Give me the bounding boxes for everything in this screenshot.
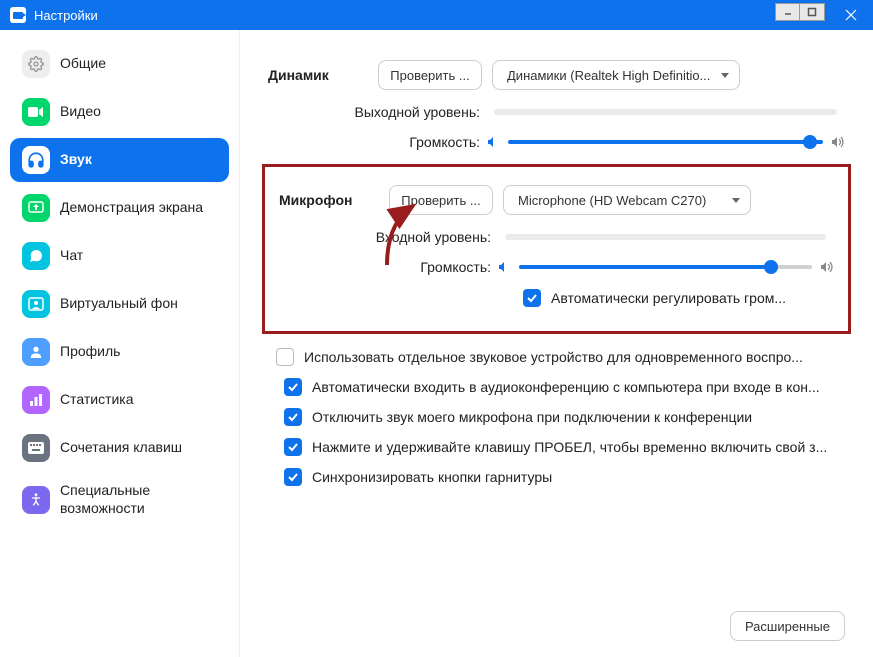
sidebar-item-general[interactable]: Общие [10, 42, 229, 86]
close-button[interactable] [829, 0, 873, 30]
window-controls [775, 0, 873, 30]
app-icon [10, 7, 26, 23]
sidebar-item-label: Демонстрация экрана [60, 199, 203, 217]
mute-on-join-checkbox[interactable] [284, 408, 302, 426]
speaker-volume-slider[interactable] [508, 140, 823, 144]
screen-share-icon [22, 194, 50, 222]
volume-low-icon [486, 136, 500, 148]
keyboard-icon [22, 434, 50, 462]
sidebar-item-chat[interactable]: Чат [10, 234, 229, 278]
sidebar-item-shortcuts[interactable]: Сочетания клавиш [10, 426, 229, 470]
input-level-label: Входной уровень: [279, 229, 497, 245]
test-mic-button[interactable]: Проверить ... [389, 185, 493, 215]
sidebar-item-label: Видео [60, 103, 101, 121]
content-panel: Динамик Проверить ... Динамики (Realtek … [240, 30, 873, 657]
sidebar-item-accessibility[interactable]: Специальные возможности [10, 474, 229, 525]
output-level-meter [494, 109, 837, 115]
output-level-label: Выходной уровень: [268, 104, 486, 120]
speaker-title: Динамик [268, 67, 378, 83]
auto-adjust-label: Автоматически регулировать гром... [551, 290, 786, 306]
sidebar-item-label: Сочетания клавиш [60, 439, 182, 457]
sidebar-item-profile[interactable]: Профиль [10, 330, 229, 374]
auto-join-checkbox[interactable] [284, 378, 302, 396]
video-icon [22, 98, 50, 126]
sidebar-item-label: Звук [60, 151, 92, 169]
mic-device-select[interactable]: Microphone (HD Webcam C270) [503, 185, 751, 215]
auto-join-label: Автоматически входить в аудиоконференцию… [312, 379, 820, 395]
input-level-meter [505, 234, 826, 240]
sidebar-item-statistics[interactable]: Статистика [10, 378, 229, 422]
sidebar-item-audio[interactable]: Звук [10, 138, 229, 182]
mic-device-value: Microphone (HD Webcam C270) [518, 193, 706, 208]
titlebar: Настройки [0, 0, 873, 30]
mic-volume-slider[interactable] [519, 265, 812, 269]
mic-volume-label: Громкость: [279, 259, 497, 275]
volume-high-icon [831, 136, 845, 148]
separate-device-checkbox[interactable] [276, 348, 294, 366]
chat-icon [22, 242, 50, 270]
sync-headset-checkbox[interactable] [284, 468, 302, 486]
sidebar-item-video[interactable]: Видео [10, 90, 229, 134]
gear-icon [22, 50, 50, 78]
sidebar-item-share-screen[interactable]: Демонстрация экрана [10, 186, 229, 230]
headphones-icon [22, 146, 50, 174]
auto-adjust-checkbox[interactable] [523, 289, 541, 307]
sync-headset-label: Синхронизировать кнопки гарнитуры [312, 469, 552, 485]
accessibility-icon [22, 486, 50, 514]
mute-on-join-label: Отключить звук моего микрофона при подкл… [312, 409, 752, 425]
sidebar-item-label: Специальные возможности [60, 482, 217, 517]
test-speaker-button[interactable]: Проверить ... [378, 60, 482, 90]
sidebar-item-virtual-bg[interactable]: Виртуальный фон [10, 282, 229, 326]
sidebar-item-label: Чат [60, 247, 83, 265]
profile-icon [22, 338, 50, 366]
mic-title: Микрофон [279, 192, 389, 208]
advanced-button[interactable]: Расширенные [730, 611, 845, 641]
push-to-talk-checkbox[interactable] [284, 438, 302, 456]
sidebar-item-label: Профиль [60, 343, 120, 361]
sidebar-item-label: Статистика [60, 391, 134, 409]
volume-high-icon [820, 261, 834, 273]
maximize-button[interactable] [800, 4, 824, 20]
sidebar-item-label: Общие [60, 55, 106, 73]
microphone-highlight: Микрофон Проверить ... Microphone (HD We… [262, 164, 851, 334]
sidebar: Общие Видео Звук Демонстрация экрана Чат… [0, 30, 240, 657]
window-title: Настройки [34, 8, 98, 23]
separate-device-label: Использовать отдельное звуковое устройст… [304, 349, 803, 365]
speaker-device-value: Динамики (Realtek High Definitio... [507, 68, 710, 83]
stats-icon [22, 386, 50, 414]
virtual-bg-icon [22, 290, 50, 318]
speaker-device-select[interactable]: Динамики (Realtek High Definitio... [492, 60, 740, 90]
volume-low-icon [497, 261, 511, 273]
speaker-volume-label: Громкость: [268, 134, 486, 150]
push-to-talk-label: Нажмите и удерживайте клавишу ПРОБЕЛ, чт… [312, 439, 827, 455]
sidebar-item-label: Виртуальный фон [60, 295, 178, 313]
minimize-button[interactable] [776, 4, 800, 20]
